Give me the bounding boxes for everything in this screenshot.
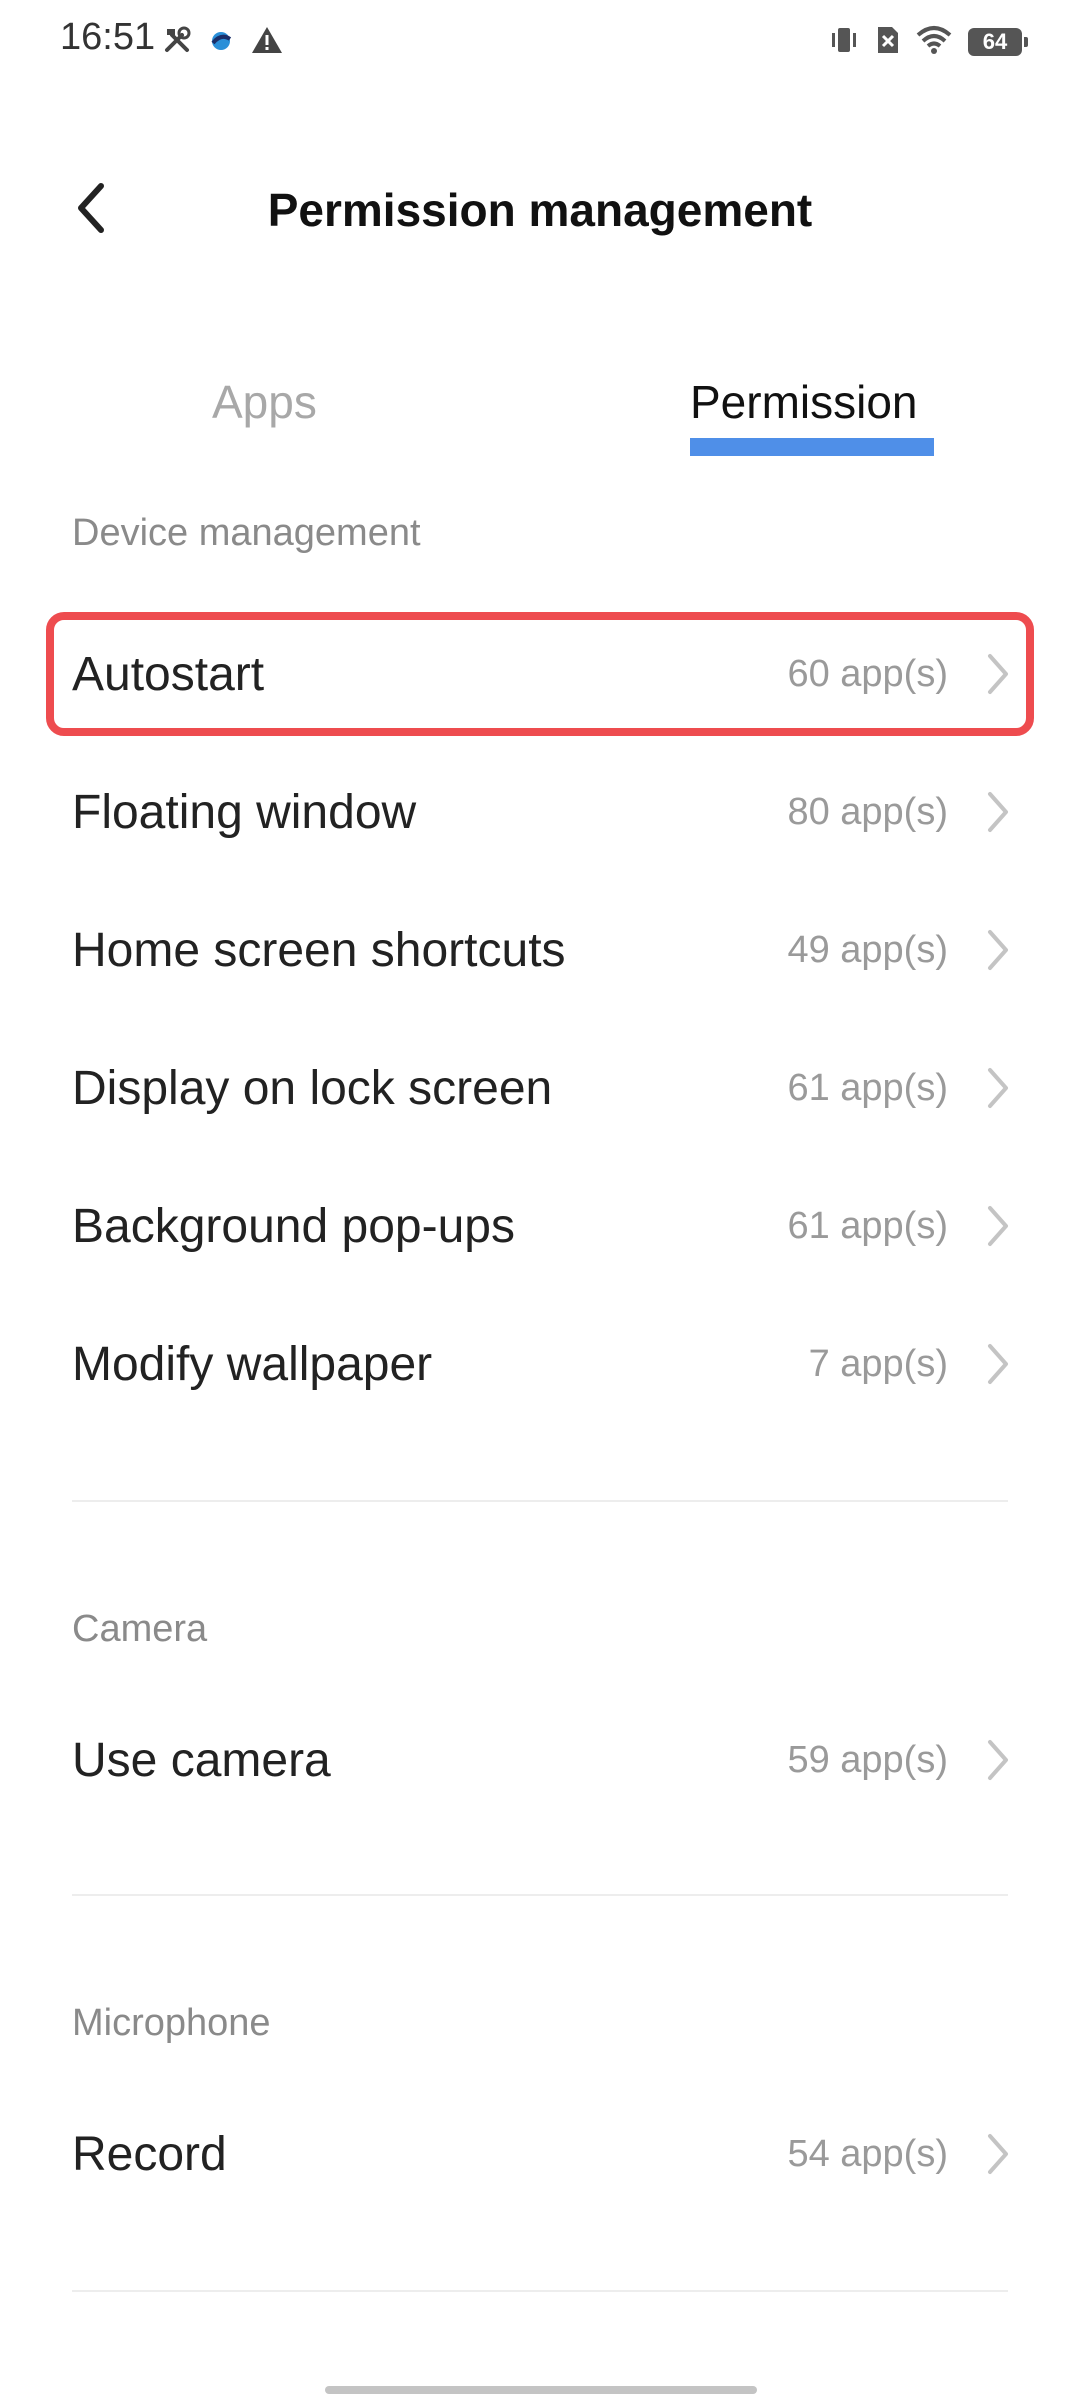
list-item-label: Floating window <box>72 785 417 839</box>
warning-icon <box>250 25 284 60</box>
section-divider <box>72 1894 1008 1896</box>
chevron-right-icon <box>986 2132 1010 2176</box>
tools-icon <box>162 25 192 60</box>
list-item-count: 54 app(s) <box>787 2132 948 2175</box>
section-header-microphone: Microphone <box>72 2002 271 2044</box>
home-indicator[interactable] <box>325 2386 757 2394</box>
list-item-background-pop-ups[interactable]: Background pop-ups 61 app(s) <box>72 1166 1010 1286</box>
list-item-count: 7 app(s) <box>808 1342 948 1385</box>
list-item-count: 61 app(s) <box>787 1204 948 1247</box>
section-divider <box>72 1500 1008 1502</box>
wifi-icon <box>916 25 952 60</box>
list-item-count: 60 app(s) <box>787 652 948 695</box>
chevron-right-icon <box>986 790 1010 834</box>
battery-indicator: 64 <box>968 28 1028 56</box>
section-divider <box>72 2290 1008 2292</box>
list-item-autostart[interactable]: Autostart 60 app(s) <box>72 614 1010 734</box>
list-item-count: 80 app(s) <box>787 790 948 833</box>
list-item-label: Background pop-ups <box>72 1199 515 1253</box>
section-header-camera: Camera <box>72 1608 208 1650</box>
list-item-display-on-lock-screen[interactable]: Display on lock screen 61 app(s) <box>72 1028 1010 1148</box>
list-item-label: Home screen shortcuts <box>72 923 566 977</box>
list-item-label: Display on lock screen <box>72 1061 553 1115</box>
chevron-right-icon <box>986 1066 1010 1110</box>
list-item-label: Modify wallpaper <box>72 1337 433 1391</box>
section-header-device-management: Device management <box>72 512 421 554</box>
app-notification-icon <box>208 27 234 58</box>
list-item-label: Record <box>72 2127 227 2181</box>
list-item-home-screen-shortcuts[interactable]: Home screen shortcuts 49 app(s) <box>72 890 1010 1010</box>
app-header: Permission management <box>0 150 1080 270</box>
list-item-record[interactable]: Record 54 app(s) <box>72 2094 1010 2214</box>
status-left-icons <box>162 22 284 62</box>
list-item-count: 49 app(s) <box>787 928 948 971</box>
status-right-icons: 64 <box>828 22 1028 62</box>
page-title: Permission management <box>267 184 813 236</box>
list-item-label: Autostart <box>72 647 265 701</box>
list-item-use-camera[interactable]: Use camera 59 app(s) <box>72 1700 1010 1820</box>
chevron-right-icon <box>986 1204 1010 1248</box>
no-sim-icon <box>876 25 900 60</box>
list-item-count: 59 app(s) <box>787 1738 948 1781</box>
list-item-count: 61 app(s) <box>787 1066 948 1109</box>
chevron-right-icon <box>986 1342 1010 1386</box>
list-item-floating-window[interactable]: Floating window 80 app(s) <box>72 752 1010 872</box>
chevron-right-icon <box>986 1738 1010 1782</box>
tab-selected-indicator <box>690 438 934 456</box>
chevron-right-icon <box>986 928 1010 972</box>
list-item-modify-wallpaper[interactable]: Modify wallpaper 7 app(s) <box>72 1304 1010 1424</box>
tab-permission[interactable]: Permission <box>690 370 918 434</box>
vibrate-icon <box>828 25 860 60</box>
list-item-label: Use camera <box>72 1733 331 1787</box>
status-time: 16:51 <box>60 16 156 58</box>
tab-apps[interactable]: Apps <box>212 370 317 434</box>
tab-bar: Apps Permission <box>0 370 1080 470</box>
status-bar: 16:51 64 <box>0 0 1080 84</box>
chevron-right-icon <box>986 652 1010 696</box>
